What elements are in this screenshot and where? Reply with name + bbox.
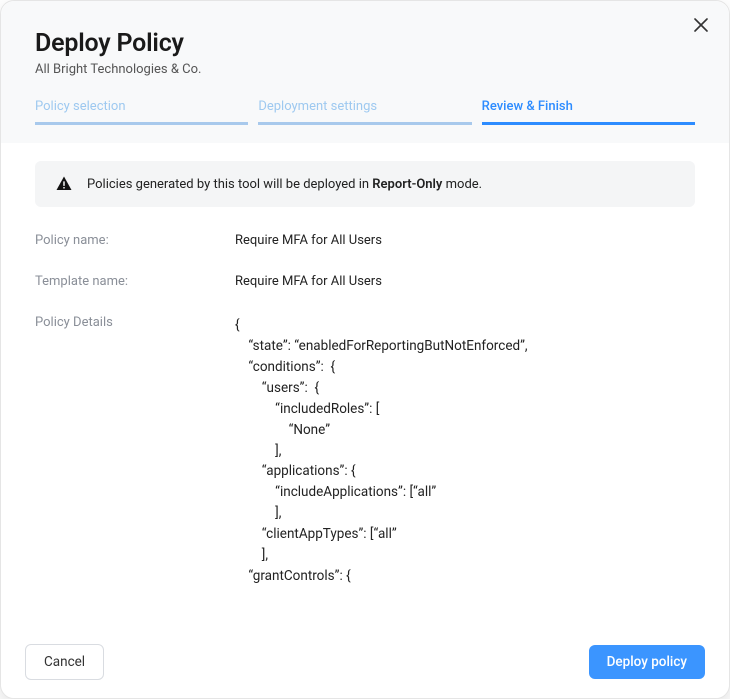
modal-title: Deploy Policy [35, 29, 695, 58]
close-button[interactable] [691, 15, 711, 35]
tabs: Policy selection Deployment settings Rev… [35, 99, 695, 125]
tab-deployment-settings[interactable]: Deployment settings [258, 99, 471, 125]
alert-prefix: Policies generated by this tool will be … [87, 177, 372, 192]
policy-details-json: { “state”: “enabledForReportingButNotEnf… [235, 315, 528, 630]
deploy-policy-modal: Deploy Policy All Bright Technologies & … [0, 0, 730, 699]
template-name-row: Template name: Require MFA for All Users [35, 274, 695, 289]
policy-details-row: Policy Details { “state”: “enabledForRep… [35, 315, 695, 630]
policy-name-row: Policy name: Require MFA for All Users [35, 233, 695, 248]
modal-header: Deploy Policy All Bright Technologies & … [1, 1, 729, 143]
template-name-value: Require MFA for All Users [235, 274, 382, 289]
alert-bold: Report-Only [372, 177, 442, 192]
alert-suffix: mode. [442, 177, 482, 192]
modal-body: Policies generated by this tool will be … [1, 143, 729, 630]
policy-details-label: Policy Details [35, 315, 235, 630]
modal-footer: Cancel Deploy policy [1, 630, 729, 698]
alert-text: Policies generated by this tool will be … [87, 177, 482, 192]
template-name-label: Template name: [35, 274, 235, 289]
deploy-policy-button[interactable]: Deploy policy [589, 645, 705, 679]
warning-icon [55, 175, 73, 193]
close-icon [694, 18, 708, 32]
cancel-button[interactable]: Cancel [25, 644, 104, 680]
modal-subtitle: All Bright Technologies & Co. [35, 62, 695, 77]
tab-review-finish[interactable]: Review & Finish [482, 99, 695, 125]
tab-policy-selection[interactable]: Policy selection [35, 99, 248, 125]
policy-name-label: Policy name: [35, 233, 235, 248]
policy-name-value: Require MFA for All Users [235, 233, 382, 248]
report-only-alert: Policies generated by this tool will be … [35, 161, 695, 207]
